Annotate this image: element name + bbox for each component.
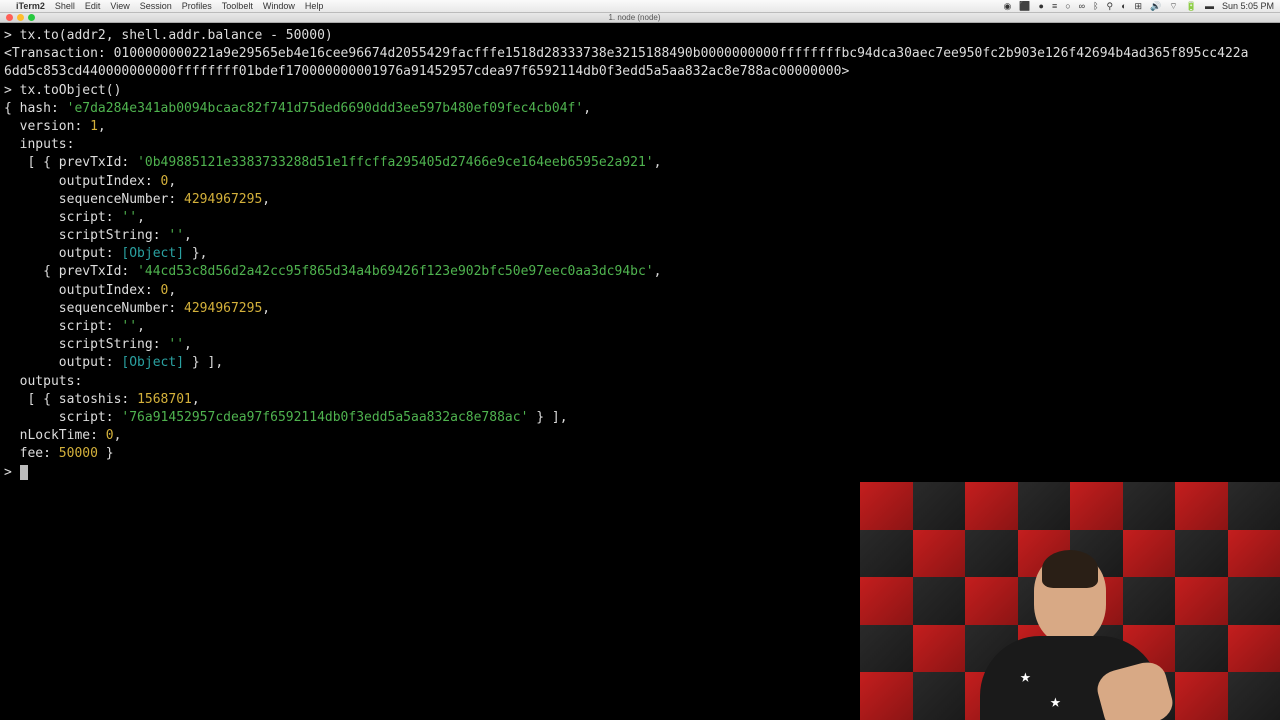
obj-key: output: <box>4 246 121 261</box>
status-icon[interactable]: ● <box>1039 1 1044 11</box>
obj-key: sequenceNumber: <box>4 301 184 316</box>
obj-value-string: '' <box>168 228 184 243</box>
webcam-overlay <box>860 482 1280 720</box>
volume-icon[interactable]: 🔊 <box>1150 1 1161 12</box>
window-close-button[interactable] <box>6 14 13 21</box>
menu-session[interactable]: Session <box>140 1 172 11</box>
menu-help[interactable]: Help <box>305 1 324 11</box>
menubar-clock[interactable]: Sun 5:05 PM <box>1222 1 1274 11</box>
obj-key: sequenceNumber: <box>4 192 184 207</box>
status-icon[interactable]: ○ <box>1065 1 1070 11</box>
obj-value-string: '' <box>121 210 137 225</box>
status-icon[interactable]: ∞ <box>1079 1 1085 11</box>
obj-value-string: '44cd53c8d56d2a42cc95f865d34a4b69426f123… <box>137 264 654 279</box>
obj-key: outputIndex: <box>4 283 161 298</box>
repl-input-line: tx.to(addr2, shell.addr.balance - 50000) <box>20 28 333 43</box>
window-title: 1. node (node) <box>608 13 660 22</box>
obj-value-number: 4294967295 <box>184 301 262 316</box>
terminal-cursor <box>20 465 28 480</box>
repl-prompt: > <box>4 465 20 480</box>
terminal-line: <Transaction: 0100000000221a9e29565eb4e1… <box>4 46 1248 61</box>
obj-key: version: <box>4 119 90 134</box>
obj-value-string: '' <box>121 319 137 334</box>
obj-key: [ { satoshis: <box>4 392 137 407</box>
repl-input-line: tx.toObject() <box>20 83 122 98</box>
battery-icon[interactable]: 🔋 <box>1186 1 1197 12</box>
obj-key: { hash: <box>4 101 67 116</box>
wifi-icon[interactable]: ⌔ <box>1169 1 1177 12</box>
obj-key: output: <box>4 355 121 370</box>
menu-profiles[interactable]: Profiles <box>182 1 212 11</box>
terminal-line: 6dd5c853cd440000000000ffffffff01bdef1700… <box>4 64 849 79</box>
repl-prompt: > <box>4 83 20 98</box>
obj-value-string: '0b49885121e3383733288d51e1ffcffa295405d… <box>137 155 654 170</box>
menu-toolbelt[interactable]: Toolbelt <box>222 1 253 11</box>
obj-key: scriptString: <box>4 228 168 243</box>
status-icon[interactable]: ≡ <box>1052 1 1057 11</box>
window-maximize-button[interactable] <box>28 14 35 21</box>
obj-key: script: <box>4 210 121 225</box>
macos-menubar: iTerm2 Shell Edit View Session Profiles … <box>0 0 1280 13</box>
menu-shell[interactable]: Shell <box>55 1 75 11</box>
obj-key: outputs: <box>4 374 82 389</box>
status-icon[interactable]: ◐ <box>1121 1 1126 11</box>
obj-key: script: <box>4 319 121 334</box>
obj-value-number: 50000 <box>59 446 98 461</box>
webcam-person <box>970 540 1170 720</box>
obj-key: { prevTxId: <box>4 264 137 279</box>
obj-key: scriptString: <box>4 337 168 352</box>
obj-key: [ { prevTxId: <box>4 155 137 170</box>
window-minimize-button[interactable] <box>17 14 24 21</box>
obj-value-number: 0 <box>106 428 114 443</box>
bluetooth-icon[interactable]: ᛒ <box>1093 1 1098 11</box>
repl-prompt: > <box>4 28 20 43</box>
obj-value-object: [Object] <box>121 246 184 261</box>
obj-key: inputs: <box>4 137 74 152</box>
obj-value-number: 1568701 <box>137 392 192 407</box>
status-icon[interactable]: ⬛ <box>1019 1 1030 12</box>
menu-edit[interactable]: Edit <box>85 1 101 11</box>
window-titlebar: 1. node (node) <box>0 13 1280 23</box>
menu-view[interactable]: View <box>110 1 129 11</box>
flag-icon[interactable]: ▬ <box>1205 1 1214 11</box>
obj-value-number: 4294967295 <box>184 192 262 207</box>
search-icon[interactable]: ⚲ <box>1106 1 1113 12</box>
obj-value-object: [Object] <box>121 355 184 370</box>
menu-window[interactable]: Window <box>263 1 295 11</box>
obj-key: outputIndex: <box>4 174 161 189</box>
terminal-output[interactable]: > tx.to(addr2, shell.addr.balance - 5000… <box>0 23 1280 486</box>
obj-key: fee: <box>4 446 59 461</box>
status-icon[interactable]: ◉ <box>1003 1 1011 12</box>
obj-value-string: '76a91452957cdea97f6592114db0f3edd5a5aa8… <box>121 410 528 425</box>
obj-value-string: '' <box>168 337 184 352</box>
obj-key: script: <box>4 410 121 425</box>
status-icon[interactable]: ⊞ <box>1135 1 1143 12</box>
menubar-app-name[interactable]: iTerm2 <box>16 1 45 11</box>
obj-key: nLockTime: <box>4 428 106 443</box>
obj-value-string: 'e7da284e341ab0094bcaac82f741d75ded6690d… <box>67 101 584 116</box>
obj-value-number: 1 <box>90 119 98 134</box>
